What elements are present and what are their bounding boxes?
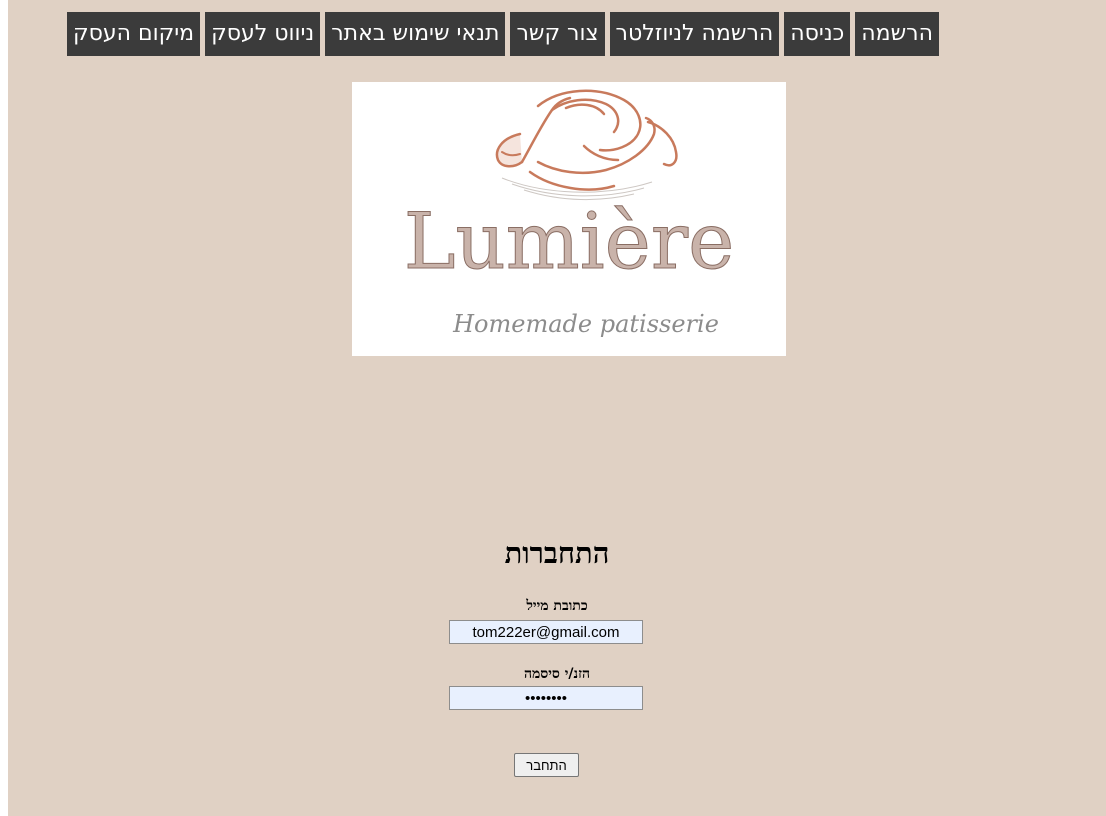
password-field[interactable]: [449, 686, 643, 710]
nav-business-navigation[interactable]: ניווט לעסק: [205, 12, 321, 56]
croissant-logo: Lumière Homemade patisserie: [403, 89, 735, 338]
nav-contact[interactable]: צור קשר: [510, 12, 605, 56]
login-title: התחברות: [504, 536, 610, 570]
login-submit-button[interactable]: התחבר: [514, 753, 579, 777]
email-label: כתובת מייל: [526, 598, 588, 614]
croissant-icon: [495, 89, 678, 191]
top-nav: מיקום העסק ניווט לעסק תנאי שימוש באתר צו…: [67, 12, 939, 56]
nav-newsletter-signup[interactable]: הרשמה לניוזלטר: [609, 12, 780, 56]
page-background: מיקום העסק ניווט לעסק תנאי שימוש באתר צו…: [8, 0, 1106, 816]
email-field[interactable]: [449, 620, 643, 644]
nav-login[interactable]: כניסה: [784, 12, 851, 56]
password-label: הזנ/י סיסמה: [523, 666, 591, 682]
logo-image: Lumière Homemade patisserie: [352, 82, 786, 356]
nav-terms-of-use[interactable]: תנאי שימוש באתר: [325, 12, 506, 56]
nav-register[interactable]: הרשמה: [855, 12, 939, 56]
logo-tagline-text: Homemade patisserie: [452, 310, 719, 338]
nav-business-location[interactable]: מיקום העסק: [67, 12, 201, 56]
logo-brand-text: Lumière: [404, 197, 735, 287]
